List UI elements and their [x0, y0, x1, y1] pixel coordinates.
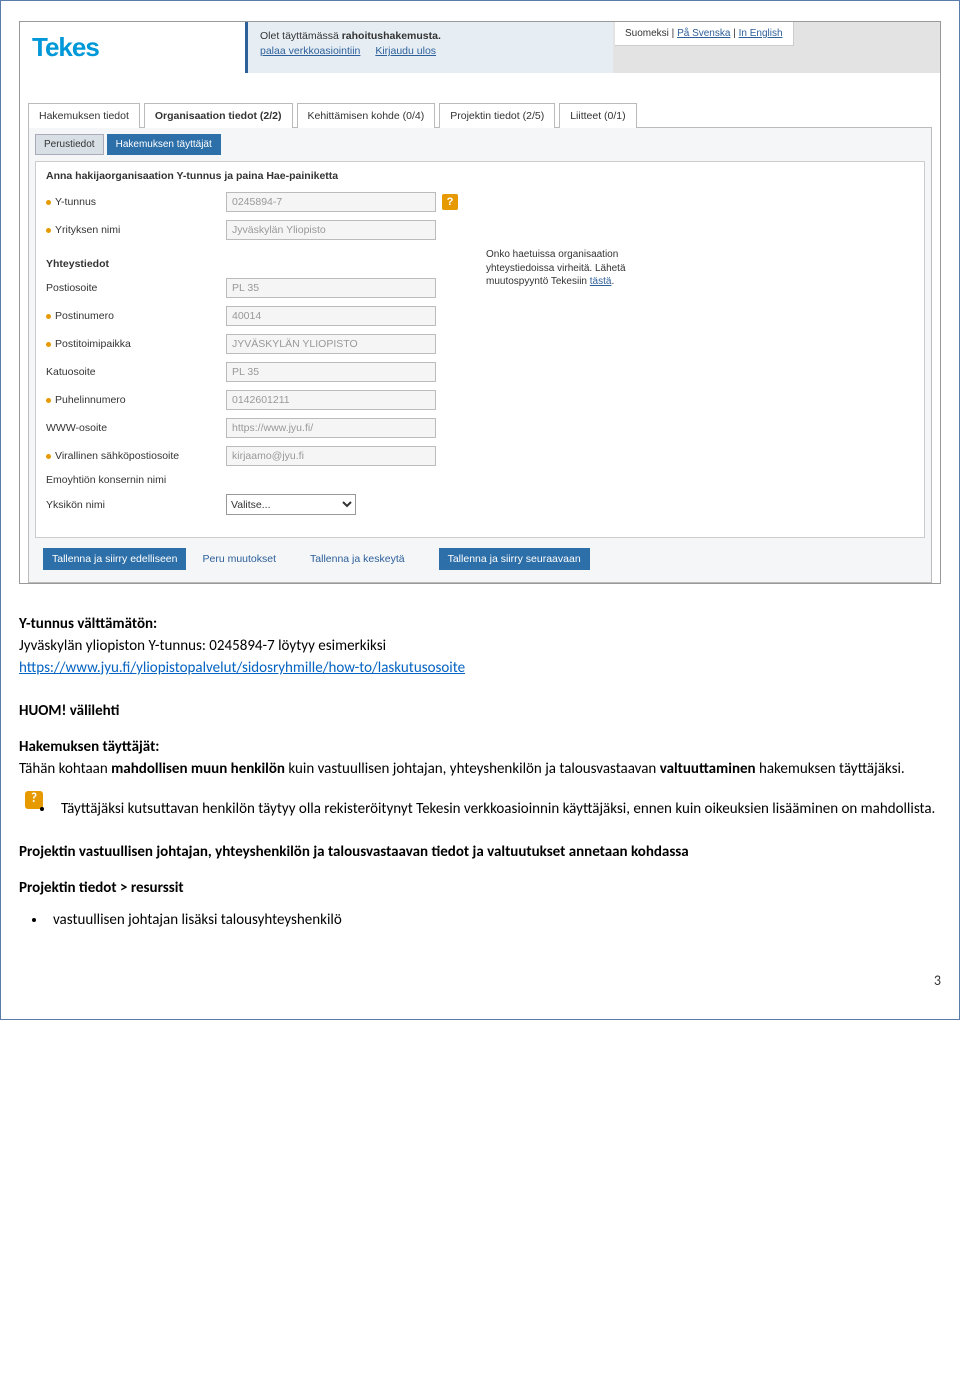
email-input[interactable]: [226, 446, 436, 466]
tab-hakemuksen-tiedot[interactable]: Hakemuksen tiedot: [28, 103, 140, 128]
www-input[interactable]: [226, 418, 436, 438]
section-yhteystiedot: Yhteystiedot: [46, 258, 456, 270]
savepause-link[interactable]: Tallenna ja keskeytä: [310, 553, 405, 565]
side-note: Onko haetuissa organisaation yhteystiedo…: [486, 248, 686, 523]
postinro-label: Postinumero: [55, 310, 114, 322]
yksikko-select[interactable]: Valitse...: [226, 494, 356, 515]
postitp-label: Postitoimipaikka: [55, 338, 131, 350]
prev-button[interactable]: Tallenna ja siirry edelliseen: [43, 548, 186, 570]
sub-tabs: Perustiedot Hakemuksen täyttäjät: [35, 134, 925, 155]
postinro-input[interactable]: [226, 306, 436, 326]
email-label: Virallinen sähköpostiosoite: [55, 450, 179, 462]
puh-input[interactable]: [226, 390, 436, 410]
tab-kehittamisen-kohde[interactable]: Kehittämisen kohde (0/4): [297, 103, 436, 128]
puh-label: Puhelinnumero: [55, 394, 126, 406]
tab-liitteet[interactable]: Liitteet (0/1): [559, 103, 636, 128]
katu-input[interactable]: [226, 362, 436, 382]
posti-input[interactable]: [226, 278, 436, 298]
help-icon[interactable]: ?: [442, 194, 458, 210]
yksikko-label: Yksikön nimi: [46, 499, 105, 511]
app-screenshot: Tekes Olet täyttämässä rahoitushakemusta…: [19, 21, 941, 584]
ytunnus-label: Y-tunnus: [55, 196, 96, 208]
page-number: 3: [19, 972, 941, 989]
form-heading: Anna hakijaorganisaation Y-tunnus ja pai…: [46, 170, 914, 182]
katu-label: Katuosoite: [46, 366, 96, 378]
link-logout[interactable]: Kirjaudu ulos: [375, 45, 436, 57]
tab-organisaation-tiedot[interactable]: Organisaation tiedot (2/2): [144, 103, 293, 128]
subtab-hakemuksen-tayttajat[interactable]: Hakemuksen täyttäjät: [107, 134, 221, 155]
lang-sv[interactable]: På Svenska: [677, 28, 730, 39]
note-link[interactable]: tästä: [590, 276, 612, 287]
lang-en[interactable]: In English: [739, 28, 783, 39]
www-label: WWW-osoite: [46, 422, 107, 434]
document-text: Y-tunnus välttämätön: Jyväskylän yliopis…: [19, 614, 941, 932]
link-back[interactable]: palaa verkkoasiointiin: [260, 45, 360, 57]
postitp-input[interactable]: [226, 334, 436, 354]
yritys-label: Yrityksen nimi: [55, 224, 120, 236]
cancel-link[interactable]: Peru muutokset: [202, 553, 276, 565]
emo-label: Emoyhtiön konsernin nimi: [46, 474, 166, 486]
header-notice: Olet täyttämässä rahoitushakemusta. pala…: [245, 22, 613, 73]
posti-label: Postiosoite: [46, 282, 97, 294]
subtab-perustiedot[interactable]: Perustiedot: [35, 134, 104, 155]
main-tabs: Hakemuksen tiedot Organisaation tiedot (…: [28, 103, 932, 128]
doc-link-laskutus[interactable]: https://www.jyu.fi/yliopistopalvelut/sid…: [19, 659, 465, 677]
next-button[interactable]: Tallenna ja siirry seuraavaan: [439, 548, 590, 570]
tab-projektin-tiedot[interactable]: Projektin tiedot (2/5): [439, 103, 555, 128]
yritys-input[interactable]: [226, 220, 436, 240]
language-switcher: Suomeksi | På Svenska | In English: [615, 22, 794, 46]
logo: Tekes: [32, 32, 233, 63]
ytunnus-input[interactable]: [226, 192, 436, 212]
